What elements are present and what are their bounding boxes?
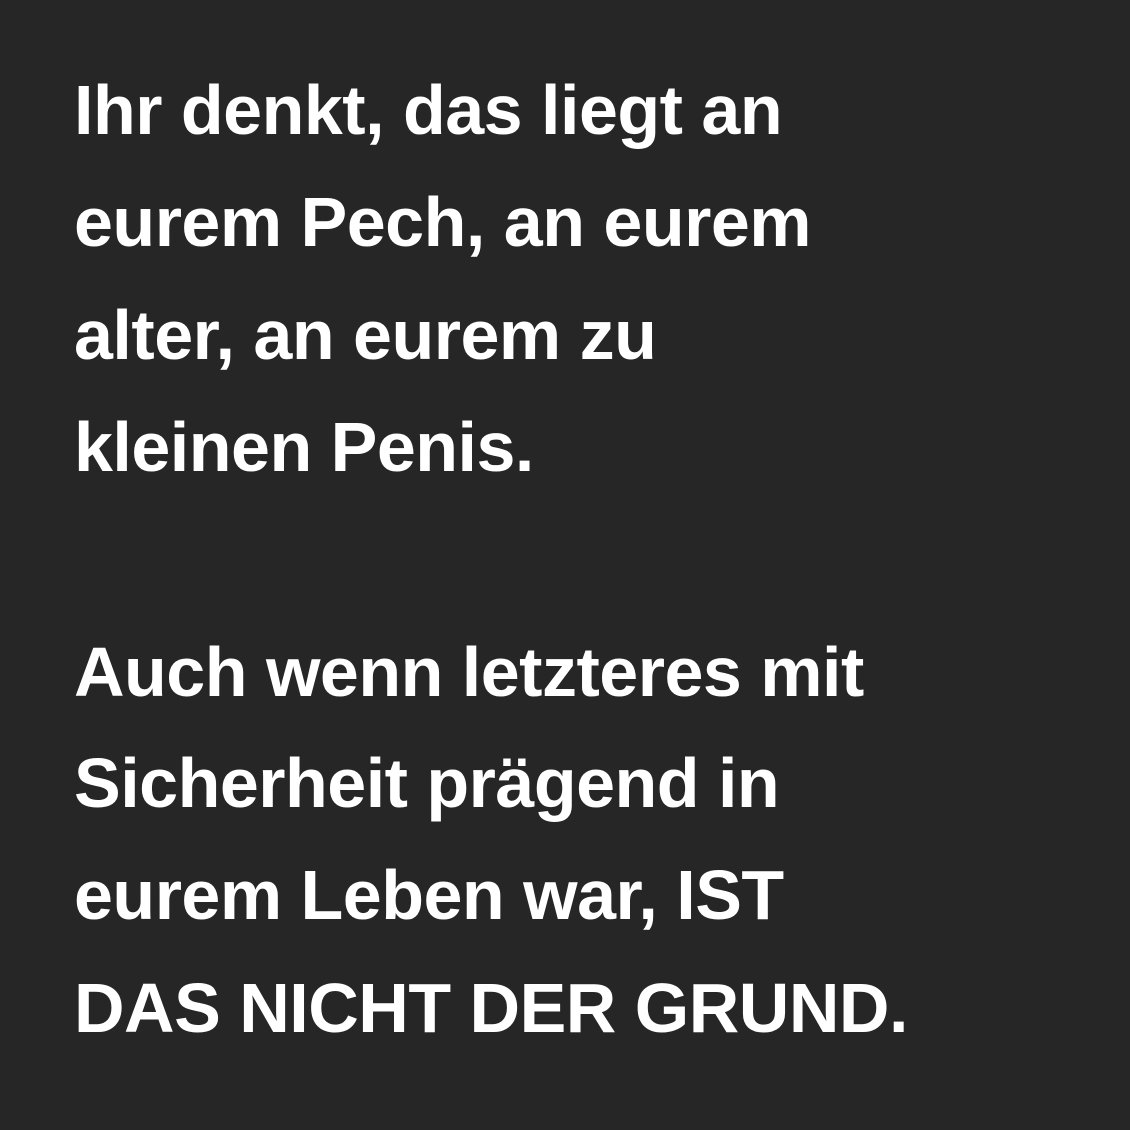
text-post: Ihr denkt, das liegt an eurem Pech, an e…: [0, 0, 1130, 1130]
text-line: eurem Pech, an eurem: [74, 183, 812, 261]
text-line: Auch wenn letzteres mit: [74, 633, 864, 711]
text-line: Ihr denkt, das liegt an: [74, 71, 783, 149]
text-line: Sicherheit prägend in: [74, 744, 780, 822]
text-line: alter, an eurem zu: [74, 296, 657, 374]
text-line: DAS NICHT DER GRUND.: [74, 969, 908, 1047]
text-line: kleinen Penis.: [74, 408, 534, 486]
text-line: eurem Leben war, IST: [74, 856, 784, 934]
